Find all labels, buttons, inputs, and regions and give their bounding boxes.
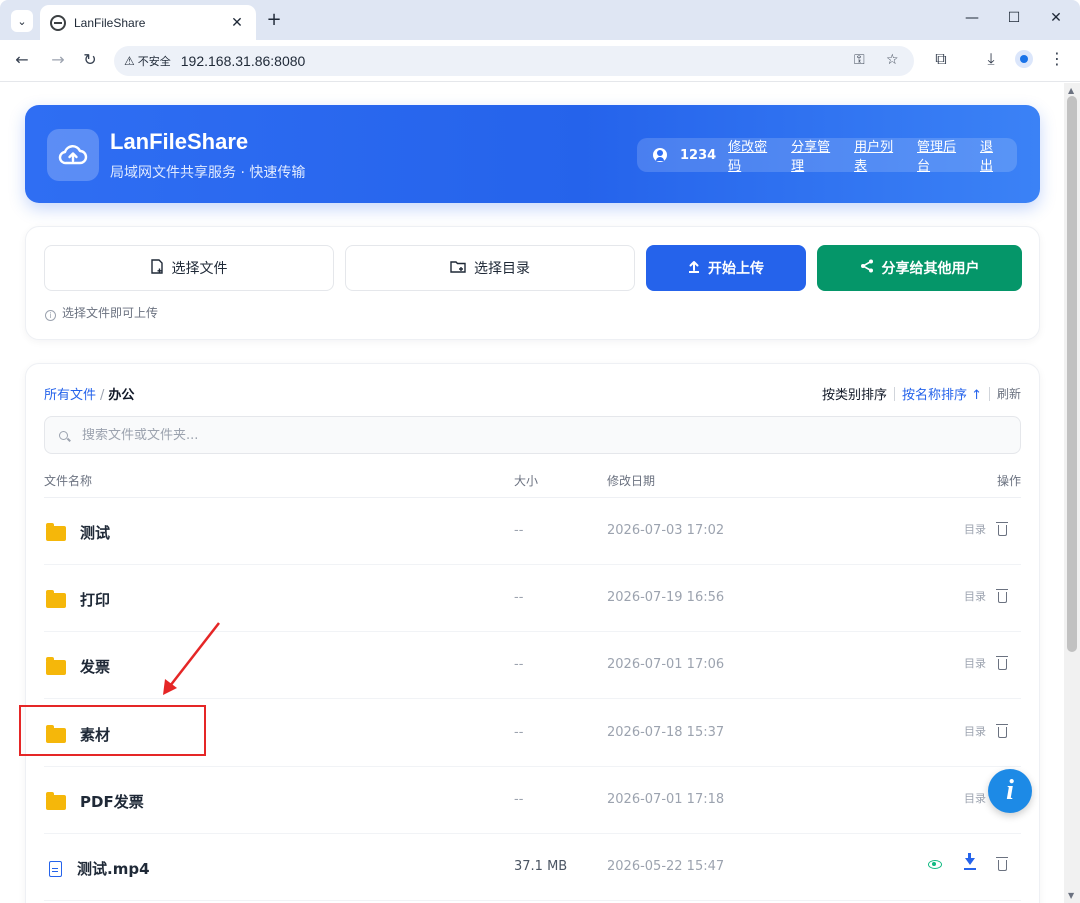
url-text[interactable]: 192.168.31.86:8080 <box>181 53 306 69</box>
page-viewport: LanFileShare 局域网文件共享服务 · 快速传输 1234 修改密码 … <box>0 83 1064 903</box>
bookmark-star-icon[interactable]: ☆ <box>886 52 899 68</box>
back-icon[interactable]: ← <box>12 50 32 69</box>
page-scrollbar[interactable]: ▲ ▼ <box>1064 83 1080 903</box>
browser-tab-bar: ⌄ LanFileShare ✕ + — ☐ ✕ <box>0 0 1080 40</box>
password-key-icon[interactable]: ⚿ <box>854 52 865 68</box>
browser-tab[interactable]: LanFileShare ✕ <box>40 5 256 40</box>
maximize-button[interactable]: ☐ <box>1004 10 1024 26</box>
reload-icon[interactable]: ↻ <box>80 50 100 69</box>
forward-icon[interactable]: → <box>48 50 68 69</box>
security-label[interactable]: 不安全 <box>138 53 171 69</box>
globe-icon <box>50 14 66 31</box>
tab-search-button[interactable]: ⌄ <box>11 10 33 32</box>
browser-toolbar: ← → ↻ ⚠ 不安全 192.168.31.86:8080 ⚿ ☆ ⧉ ⤓ ⋮ <box>0 40 1080 82</box>
download-icon[interactable]: ⤓ <box>980 49 1002 69</box>
minimize-button[interactable]: — <box>962 10 982 26</box>
tab-title: LanFileShare <box>74 15 146 30</box>
tab-close-icon[interactable]: ✕ <box>228 15 246 31</box>
extensions-icon[interactable]: ⧉ <box>930 49 952 69</box>
scroll-down-icon[interactable]: ▼ <box>1068 891 1074 900</box>
address-bar[interactable]: ⚠ 不安全 192.168.31.86:8080 ⚿ ☆ <box>114 46 914 76</box>
scroll-up-icon[interactable]: ▲ <box>1068 86 1074 95</box>
scrollbar-thumb[interactable] <box>1067 96 1077 652</box>
warning-icon: ⚠ <box>124 54 135 68</box>
close-window-button[interactable]: ✕ <box>1046 10 1066 26</box>
more-menu-icon[interactable]: ⋮ <box>1046 49 1068 68</box>
profile-avatar[interactable] <box>1015 50 1033 68</box>
new-tab-button[interactable]: + <box>264 9 284 30</box>
annotation-arrow <box>163 622 220 695</box>
